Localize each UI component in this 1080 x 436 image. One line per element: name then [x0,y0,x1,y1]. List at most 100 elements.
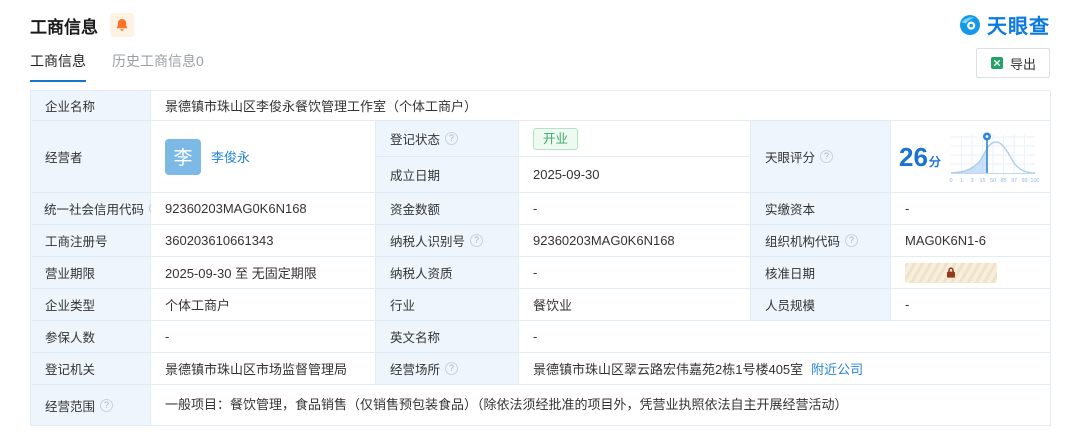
company-name-value-cell: 景德镇市珠山区李俊永餐饮管理工作室（个体工商户） [151,91,1051,121]
business-info-table: 企业名称 景德镇市珠山区李俊永餐饮管理工作室（个体工商户） 经营者 李 李俊永 … [30,90,1050,426]
taxpayer-qualification-label-cell: 纳税人资质 [376,257,519,289]
english-name: - [533,329,537,344]
svg-text:0: 0 [949,178,952,184]
staff-size-value-cell: - [891,289,1051,321]
industry-value-cell: 餐饮业 [519,289,751,321]
field-label: 经营范围 [45,396,95,415]
insured-count: - [165,329,169,344]
industry: 餐饮业 [533,295,572,314]
svg-text:85: 85 [1000,178,1006,184]
tianyancha-logo[interactable]: 天眼查 [958,10,1050,39]
help-icon[interactable]: ? [470,234,483,247]
insured-count-value-cell: - [151,321,376,353]
approval-date-value-cell [891,257,1051,289]
staff-size: - [905,297,909,312]
export-label: 导出 [1010,54,1036,73]
reg-status-label-cell: 登记状态 ? [376,121,519,157]
avatar[interactable]: 李 [165,139,201,175]
field-label: 行业 [390,295,415,314]
field-label: 人员规模 [765,295,815,314]
reg-authority-label-cell: 登记机关 [31,353,151,385]
tab-bar: 工商信息 历史工商信息0 导出 [0,48,1080,82]
business-scope: 一般项目：餐饮管理，食品销售（仅销售预包装食品）（除依法须经批准的项目外，凭营业… [165,396,848,414]
business-term-label-cell: 营业期限 [31,257,151,289]
page-title: 工商信息 [30,13,98,38]
field-label: 实缴资本 [765,199,815,218]
tab-business-info[interactable]: 工商信息 [30,51,86,82]
operator-name-link[interactable]: 李俊永 [211,147,250,166]
tab-history-business-info[interactable]: 历史工商信息0 [112,51,204,82]
help-icon[interactable]: ? [445,132,458,145]
score-unit: 分 [929,155,941,169]
taxpayer-id: 92360203MAG0K6N168 [533,233,675,248]
establish-date: 2025-09-30 [533,167,600,182]
nearby-companies-link[interactable]: 附近公司 [811,359,863,378]
field-label: 天眼评分 [765,147,815,166]
excel-icon [990,56,1004,70]
field-label: 营业期限 [45,263,95,282]
field-label: 统一社会信用代码 [44,199,144,218]
credit-code-value-cell: 92360203MAG0K6N168 [151,193,376,225]
reg-authority-value-cell: 景德镇市珠山区市场监督管理局 [151,353,376,385]
company-name: 景德镇市珠山区李俊永餐饮管理工作室（个体工商户） [165,96,477,115]
org-code: MAG0K6N1-6 [905,233,986,248]
help-icon[interactable]: ? [445,362,458,375]
score-value-cell[interactable]: 26分 0 1 3 [891,121,1051,193]
monitor-chip[interactable] [110,13,134,37]
company-type: 个体工商户 [165,295,230,314]
field-label: 纳税人识别号 [390,231,465,250]
locked-value[interactable] [905,263,997,283]
field-label: 经营者 [45,147,83,166]
reg-number: 360203610661343 [165,233,273,248]
paid-in-capital: - [905,201,909,216]
help-icon[interactable]: ? [820,150,833,163]
approval-date-label-cell: 核准日期 [751,257,891,289]
brand-name: 天眼查 [987,10,1050,39]
establish-date-label-cell: 成立日期 [376,157,519,193]
capital-amount: - [533,201,537,216]
taxpayer-id-value-cell: 92360203MAG0K6N168 [519,225,751,257]
field-label: 组织机构代码 [765,231,840,250]
credit-code-label-cell: 统一社会信用代码 ? [31,193,151,225]
field-label: 工商注册号 [45,231,108,250]
export-button[interactable]: 导出 [976,48,1050,78]
help-icon[interactable]: ? [845,234,858,247]
taxpayer-id-label-cell: 纳税人识别号 ? [376,225,519,257]
field-label: 纳税人资质 [390,263,453,282]
svg-text:100: 100 [1030,178,1039,184]
org-code-label-cell: 组织机构代码 ? [751,225,891,257]
status-badge: 开业 [533,128,578,150]
reg-status-value-cell: 开业 [519,121,751,157]
capital-amount-value-cell: - [519,193,751,225]
field-label: 登记状态 [390,129,440,148]
field-label: 企业类型 [45,295,95,314]
paid-in-capital-value-cell: - [891,193,1051,225]
field-label: 经营场所 [390,359,440,378]
field-label: 资金数额 [390,199,440,218]
field-label: 登记机关 [45,359,95,378]
english-name-label-cell: 英文名称 [376,321,519,353]
operator-label-cell: 经营者 [31,121,151,193]
svg-text:1: 1 [960,178,963,184]
brand-eye-icon [958,13,982,37]
company-type-label-cell: 企业类型 [31,289,151,321]
english-name-value-cell: - [519,321,1051,353]
taxpayer-qualification: - [533,265,537,280]
company-type-value-cell: 个体工商户 [151,289,376,321]
help-icon[interactable]: ? [100,399,113,412]
operator-value-cell: 李 李俊永 [151,121,376,193]
business-scope-value-cell: 一般项目：餐饮管理，食品销售（仅销售预包装食品）（除依法须经批准的项目外，凭营业… [151,385,1051,426]
field-label: 参保人数 [45,327,95,346]
svg-text:50: 50 [990,178,996,184]
business-term: 2025-09-30 至 无固定期限 [165,263,317,282]
reg-number-value-cell: 360203610661343 [151,225,376,257]
field-label: 成立日期 [390,165,440,184]
score-distribution-chart: 0 1 3 15 50 85 97 99 100 [947,129,1039,185]
establish-date-value-cell: 2025-09-30 [519,157,751,193]
field-label: 英文名称 [390,327,440,346]
org-code-value-cell: MAG0K6N1-6 [891,225,1051,257]
reg-number-label-cell: 工商注册号 [31,225,151,257]
svg-text:97: 97 [1011,178,1017,184]
svg-text:3: 3 [970,178,973,184]
capital-amount-label-cell: 资金数额 [376,193,519,225]
